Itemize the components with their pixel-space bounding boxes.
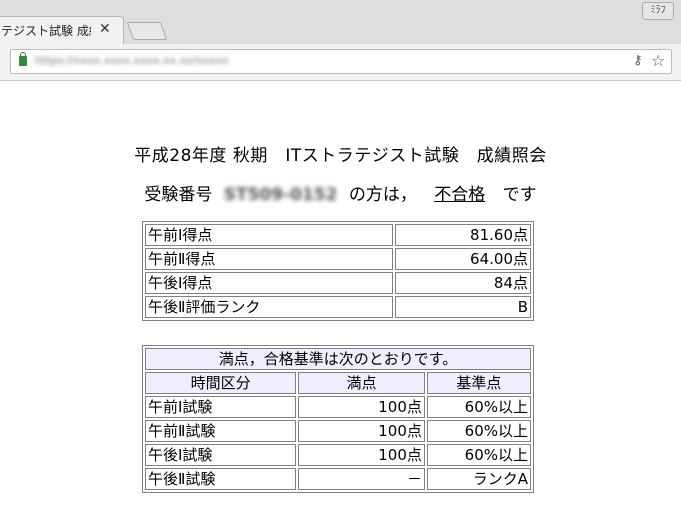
- table-cell: 100点: [298, 444, 425, 466]
- score-value: 64.00点: [395, 248, 531, 270]
- score-value: B: [395, 296, 531, 318]
- table-row: 午後Ⅰ得点 84点: [145, 272, 531, 294]
- exam-prefix: 受験番号: [144, 185, 213, 205]
- table-caption-row: 満点，合格基準は次のとおりです。: [145, 348, 531, 370]
- result-status: 不合格: [434, 185, 486, 205]
- table-cell: 午後Ⅱ試験: [145, 468, 297, 490]
- exam-middle: の方は，: [348, 185, 417, 205]
- star-icon[interactable]: ☆: [651, 51, 665, 70]
- browser-tab[interactable]: テジスト試験 成績 ✕: [0, 16, 124, 44]
- table-header-row: 時間区分 満点 基準点: [145, 372, 531, 394]
- table-row: 午前Ⅰ得点 81.60点: [145, 224, 531, 246]
- key-icon[interactable]: ⚷: [633, 53, 643, 68]
- table-cell: 60%以上: [426, 420, 531, 442]
- score-value: 84点: [395, 272, 531, 294]
- table-cell: 100点: [298, 420, 425, 442]
- table-row: 午前Ⅰ試験 100点 60%以上: [145, 396, 531, 418]
- table-row: 午後Ⅱ評価ランク B: [145, 296, 531, 318]
- new-tab-button[interactable]: [126, 22, 168, 40]
- table-row: 午後Ⅱ試験 － ランクA: [145, 468, 531, 490]
- table-cell: 60%以上: [426, 444, 531, 466]
- score-label: 午後Ⅱ評価ランク: [145, 296, 393, 318]
- exam-suffix: です: [502, 185, 537, 205]
- table-row: 午前Ⅱ得点 64.00点: [145, 248, 531, 270]
- table-cell: －: [298, 468, 425, 490]
- standards-table: 満点，合格基準は次のとおりです。 時間区分 満点 基準点 午前Ⅰ試験 100点 …: [142, 345, 534, 493]
- exam-number: ST509-0152: [223, 185, 338, 205]
- table-cell: 午前Ⅰ試験: [145, 396, 297, 418]
- table-caption: 満点，合格基準は次のとおりです。: [145, 348, 531, 370]
- column-header: 時間区分: [145, 372, 297, 394]
- score-label: 午前Ⅰ得点: [145, 224, 393, 246]
- score-label: 午前Ⅱ得点: [145, 248, 393, 270]
- column-header: 基準点: [426, 372, 531, 394]
- table-cell: ランクA: [426, 468, 531, 490]
- close-icon[interactable]: ✕: [99, 21, 111, 37]
- table-row: 午前Ⅱ試験 100点 60%以上: [145, 420, 531, 442]
- table-cell: 午前Ⅱ試験: [145, 420, 297, 442]
- table-cell: 100点: [298, 396, 425, 418]
- browser-toolbar: https://xxxx.xxxx.xxxx.xx.xx/xxxxx ⚷ ☆: [0, 44, 681, 81]
- column-header: 満点: [298, 372, 425, 394]
- profile-button[interactable]: ﾐﾗﾌ: [642, 2, 674, 20]
- url-text: https://xxxx.xxxx.xxxx.xx.xx/xxxxx: [35, 54, 229, 67]
- page-title: 平成28年度 秋期 ITストラテジスト試験 成績照会: [134, 146, 547, 166]
- table-cell: 60%以上: [426, 396, 531, 418]
- tab-title: テジスト試験 成績: [1, 24, 91, 38]
- lock-icon: [19, 52, 27, 66]
- score-value: 81.60点: [395, 224, 531, 246]
- browser-titlebar: テジスト試験 成績 ✕ ﾐﾗﾌ: [0, 0, 681, 44]
- table-row: 午後Ⅰ試験 100点 60%以上: [145, 444, 531, 466]
- address-bar[interactable]: https://xxxx.xxxx.xxxx.xx.xx/xxxxx ⚷ ☆: [10, 49, 672, 74]
- table-cell: 午後Ⅰ試験: [145, 444, 297, 466]
- score-table: 午前Ⅰ得点 81.60点 午前Ⅱ得点 64.00点 午後Ⅰ得点 84点 午後Ⅱ評…: [142, 221, 534, 321]
- exam-result-line: 受験番号 ST509-0152 の方は， 不合格 です: [0, 180, 681, 205]
- score-label: 午後Ⅰ得点: [145, 272, 393, 294]
